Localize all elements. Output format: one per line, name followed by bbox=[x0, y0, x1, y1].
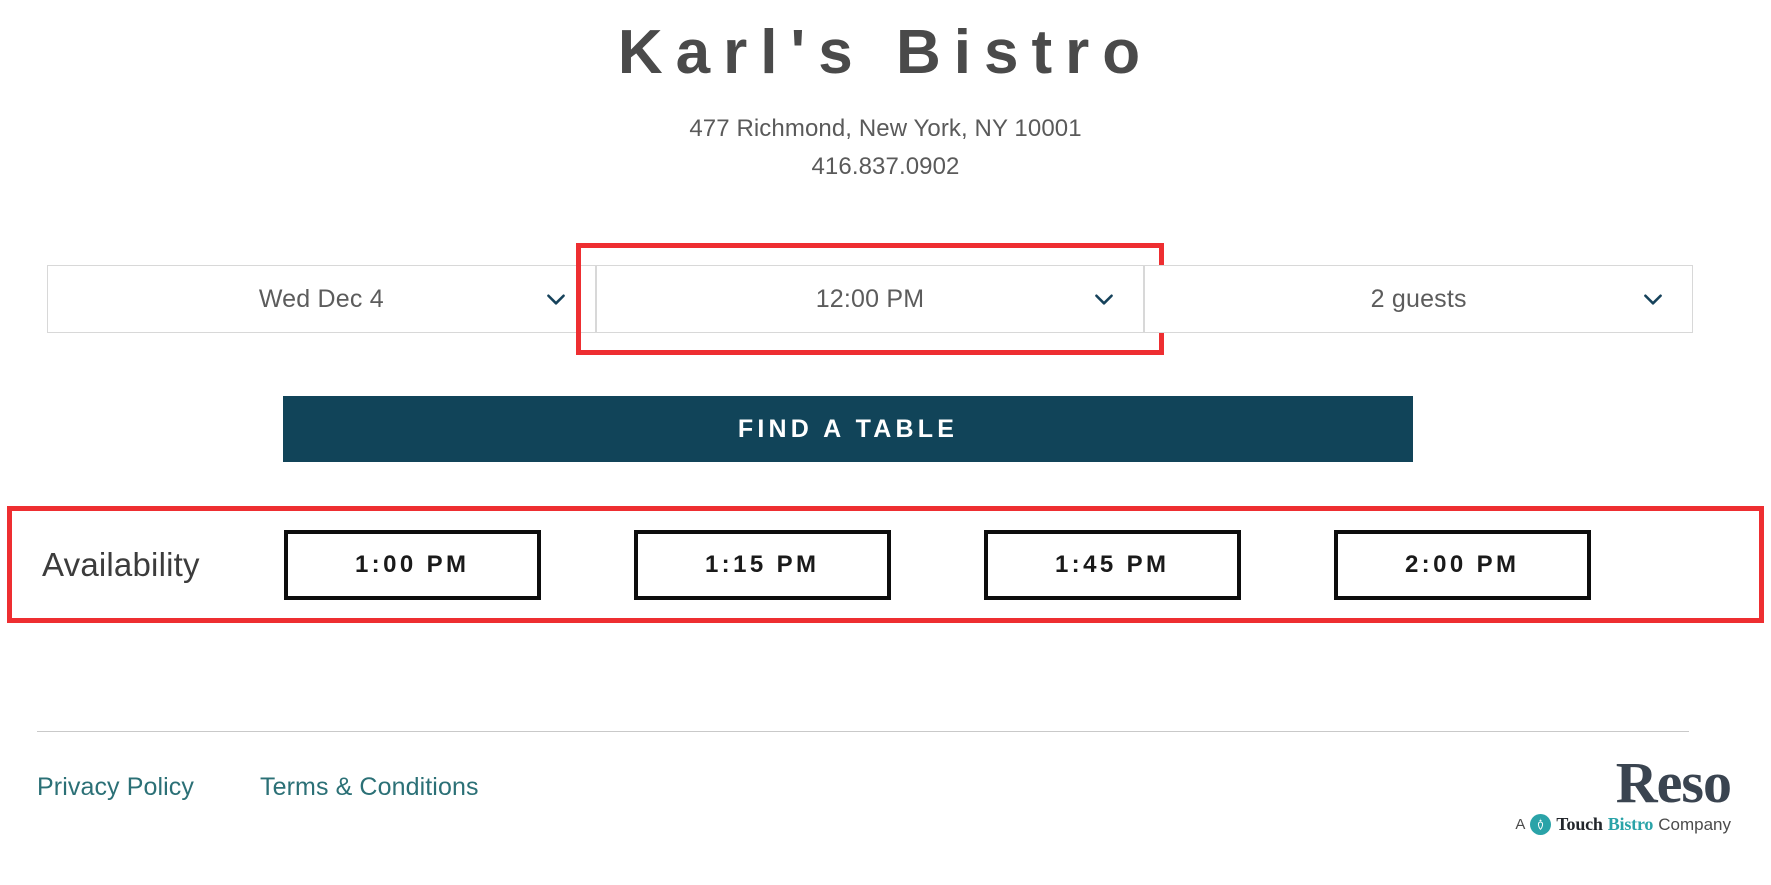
reso-logo: Reso A Touch Bistro Company bbox=[1481, 750, 1732, 836]
time-select-cell: 12:00 PM bbox=[575, 243, 1165, 355]
availability-label: Availability bbox=[42, 545, 200, 583]
availability-slot-button[interactable]: 1:00 PM bbox=[283, 529, 541, 600]
party-size-select[interactable]: 2 guests bbox=[1144, 265, 1694, 333]
tagline-touch: Touch bbox=[1556, 814, 1603, 835]
time-select-value: 12:00 PM bbox=[815, 284, 925, 313]
restaurant-address: 477 Richmond, New York, NY 10001 bbox=[689, 115, 1082, 143]
date-select-value: Wed Dec 4 bbox=[258, 284, 384, 313]
availability-slot-button[interactable]: 2:00 PM bbox=[1333, 529, 1591, 600]
availability-section: Availability 1:00 PM 1:15 PM 1:45 PM 2:0… bbox=[7, 506, 1764, 623]
reservation-search-bar: Wed Dec 4 12:00 PM 2 guests bbox=[47, 243, 1694, 355]
reservation-page: Karl's Bistro 477 Richmond, New York, NY… bbox=[0, 0, 1771, 885]
chevron-down-icon bbox=[1091, 286, 1117, 312]
tagline-article: A bbox=[1515, 816, 1526, 834]
time-select[interactable]: 12:00 PM bbox=[595, 265, 1145, 333]
availability-slot-button[interactable]: 1:45 PM bbox=[983, 529, 1241, 600]
page-title: Karl's Bistro bbox=[617, 18, 1154, 87]
reso-tagline: A Touch Bistro Company bbox=[1481, 814, 1731, 836]
restaurant-phone: 416.837.0902 bbox=[811, 152, 960, 180]
party-size-select-value: 2 guests bbox=[1370, 284, 1467, 313]
chevron-down-icon bbox=[1640, 286, 1666, 312]
date-select[interactable]: Wed Dec 4 bbox=[47, 265, 596, 333]
footer-divider bbox=[37, 731, 1689, 732]
pineapple-icon bbox=[1530, 814, 1552, 836]
footer-links: Privacy Policy Terms & Conditions bbox=[37, 773, 479, 802]
chevron-down-icon bbox=[543, 286, 569, 312]
privacy-policy-link[interactable]: Privacy Policy bbox=[37, 773, 194, 802]
party-size-select-cell: 2 guests bbox=[1144, 265, 1694, 333]
terms-and-conditions-link[interactable]: Terms & Conditions bbox=[260, 773, 479, 802]
availability-slot-button[interactable]: 1:15 PM bbox=[633, 529, 891, 600]
find-a-table-button[interactable]: FIND A TABLE bbox=[283, 396, 1413, 462]
restaurant-contact-block: 477 Richmond, New York, NY 10001 416.837… bbox=[0, 110, 1771, 184]
tagline-bistro: Bistro bbox=[1607, 814, 1654, 835]
availability-slot-list: 1:00 PM 1:15 PM 1:45 PM 2:00 PM bbox=[283, 529, 1591, 600]
date-select-cell: Wed Dec 4 bbox=[47, 265, 596, 333]
tagline-company: Company bbox=[1658, 814, 1731, 834]
reso-wordmark: Reso bbox=[1615, 750, 1732, 815]
